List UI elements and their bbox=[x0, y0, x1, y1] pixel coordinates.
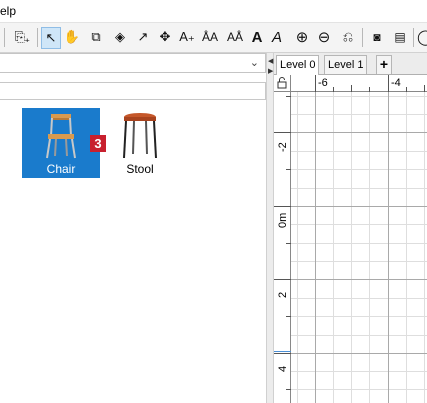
zoom-in-button[interactable]: ⊕ bbox=[293, 27, 311, 47]
help-button[interactable]: ◯ bbox=[417, 27, 427, 47]
catalog-item-stool[interactable]: Stool bbox=[101, 108, 179, 178]
select-mode-icon: ↖ bbox=[45, 30, 57, 45]
pan-mode-button[interactable]: ✋ bbox=[63, 27, 81, 47]
text-bold-icon: A bbox=[251, 28, 263, 46]
plan-view[interactable]: -6 -4 -2 0m 2 4 bbox=[274, 75, 427, 403]
plan-grid bbox=[291, 92, 427, 403]
add-furniture-icon: ⎘₊ bbox=[14, 29, 30, 44]
text-bold-button[interactable]: A bbox=[250, 27, 264, 47]
catalog-item-label: Chair bbox=[46, 162, 76, 176]
create-rooms-icon: ◈ bbox=[115, 29, 125, 44]
ruler-label: -2 bbox=[277, 142, 289, 152]
text-italic-icon: A bbox=[271, 28, 282, 46]
text-size-button[interactable]: AÅ bbox=[224, 27, 246, 47]
import-furniture-icon: ⎌ bbox=[342, 29, 354, 44]
create-walls-button[interactable]: ⧉ bbox=[86, 27, 106, 47]
catalog-category-combo[interactable]: ⌄ bbox=[0, 53, 266, 73]
text-style-button[interactable]: ÅA bbox=[199, 27, 221, 47]
toolbar-separator bbox=[413, 28, 414, 47]
zoom-in-icon: ⊕ bbox=[295, 29, 309, 46]
menu-bar: elp bbox=[0, 0, 427, 23]
text-size-icon: AÅ bbox=[226, 30, 243, 44]
ruler-label: -6 bbox=[318, 77, 328, 89]
add-furniture-button[interactable]: ⎘₊ bbox=[10, 27, 34, 47]
ruler-vertical-ticks bbox=[274, 96, 291, 390]
pane-splitter[interactable]: ◀ ▶ bbox=[266, 53, 274, 403]
toolbar-separator bbox=[362, 28, 363, 47]
ruler-horizontal: -6 -4 bbox=[274, 75, 427, 92]
chevron-down-icon: ⌄ bbox=[249, 57, 259, 69]
toolbar-separator bbox=[37, 28, 38, 47]
create-rooms-button[interactable]: ◈ bbox=[110, 27, 130, 47]
chair-icon bbox=[46, 114, 76, 159]
create-photo-icon: ◙ bbox=[373, 30, 381, 44]
text-italic-button[interactable]: A bbox=[270, 27, 284, 47]
text-bold-small-icon: ÅA bbox=[201, 30, 218, 44]
zoom-out-button[interactable]: ⊖ bbox=[315, 27, 333, 47]
ruler-label: -4 bbox=[391, 77, 401, 89]
catalog-item-label: Stool bbox=[126, 162, 154, 176]
create-dimensions-icon: ✥ bbox=[159, 29, 171, 44]
create-polylines-button[interactable]: ↗ bbox=[133, 27, 153, 47]
ruler-label: 4 bbox=[277, 365, 289, 372]
catalog-search-input[interactable] bbox=[0, 82, 266, 100]
create-walls-icon: ⧉ bbox=[91, 29, 101, 44]
ruler-label: 2 bbox=[277, 291, 289, 298]
create-photo-button[interactable]: ◙ bbox=[367, 27, 387, 47]
menu-help[interactable]: elp bbox=[0, 4, 16, 18]
add-text-button[interactable]: A₊ bbox=[177, 27, 197, 47]
toolbar: ⎘₊ ↖ ✋ ⧉ ◈ ↗ ✥ A₊ ÅA AÅ A A ⊕ ⊖ ⎌ ◙ ▤ ◯ bbox=[0, 23, 427, 53]
tab-level-0[interactable]: Level 0 bbox=[276, 55, 320, 75]
lock-base-plan-icon[interactable] bbox=[274, 75, 291, 92]
tab-level-1[interactable]: Level 1 bbox=[324, 55, 368, 74]
ruler-vertical: -2 0m 2 4 bbox=[274, 92, 291, 403]
add-level-button[interactable]: + bbox=[376, 55, 392, 74]
import-furniture-button[interactable]: ⎌ bbox=[338, 27, 358, 47]
catalog-item-chair[interactable]: Chair bbox=[22, 108, 100, 178]
help-icon: ◯ bbox=[417, 29, 427, 46]
splitter-left-arrow-icon[interactable]: ◀ bbox=[268, 57, 273, 65]
select-mode-button[interactable]: ↖ bbox=[41, 27, 61, 49]
stool-icon bbox=[123, 113, 157, 159]
ruler-label: 0m bbox=[277, 212, 289, 228]
create-video-button[interactable]: ▤ bbox=[390, 27, 410, 47]
furniture-catalog: Chair Stool bbox=[0, 101, 266, 403]
splitter-right-arrow-icon[interactable]: ▶ bbox=[268, 67, 273, 75]
zoom-out-icon: ⊖ bbox=[317, 29, 331, 46]
level-tabs: Level 0 Level 1 + bbox=[274, 53, 427, 75]
create-polylines-icon: ↗ bbox=[137, 29, 149, 44]
create-video-icon: ▤ bbox=[394, 30, 406, 44]
create-dimensions-button[interactable]: ✥ bbox=[156, 27, 174, 47]
pan-mode-icon: ✋ bbox=[63, 29, 81, 44]
ruler-horizontal-ticks bbox=[315, 75, 425, 92]
add-text-icon: A₊ bbox=[179, 29, 195, 44]
toolbar-separator bbox=[4, 28, 5, 47]
step-badge: 3 bbox=[90, 135, 106, 152]
